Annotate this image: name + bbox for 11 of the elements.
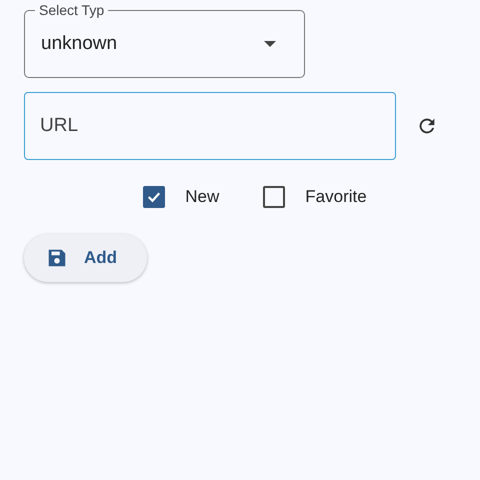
checkbox-label: New bbox=[185, 187, 220, 207]
add-button[interactable]: Add bbox=[24, 234, 148, 282]
checkbox-label: Favorite bbox=[305, 187, 367, 207]
select-label: Select Typ bbox=[38, 2, 106, 18]
url-field[interactable]: URL bbox=[24, 92, 396, 160]
checkbox[interactable] bbox=[263, 186, 286, 208]
checkbox[interactable] bbox=[143, 186, 166, 208]
type-select[interactable]: Select Typ unknown bbox=[24, 2, 305, 78]
caret-icon bbox=[264, 40, 276, 46]
select-value: unknown bbox=[41, 32, 118, 54]
save-icon bbox=[46, 247, 68, 269]
